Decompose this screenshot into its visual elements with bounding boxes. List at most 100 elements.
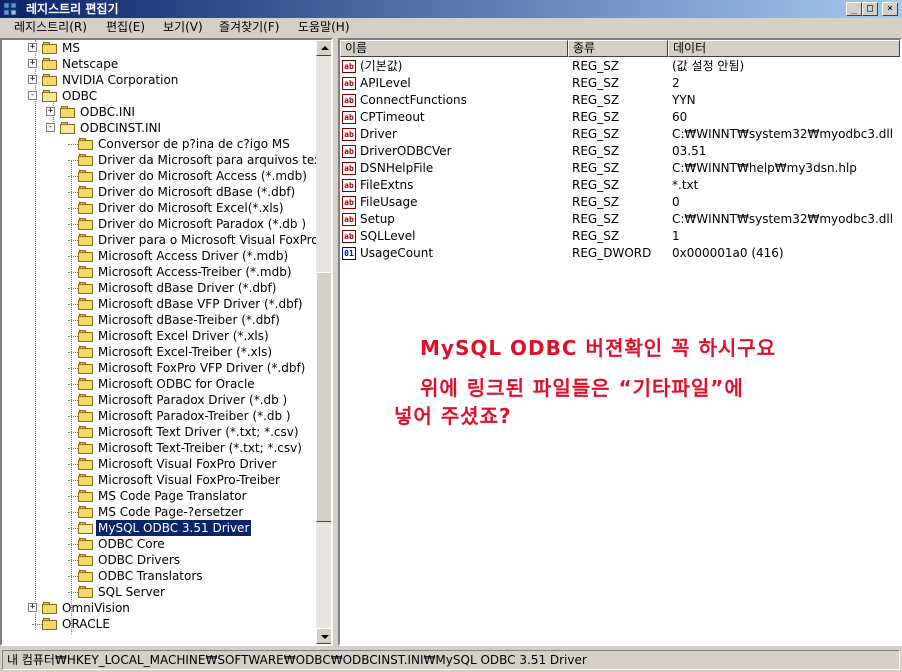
tree-node[interactable]: Microsoft Excel-Treiber (*.xls) xyxy=(2,344,314,360)
expand-icon[interactable]: + xyxy=(28,603,37,612)
tree-node[interactable]: - ODBCINST.INI xyxy=(2,120,314,136)
value-row[interactable]: ab Setup REG_SZ C:₩WINNT₩system32₩myodbc3.d… xyxy=(340,211,900,228)
registry-tree-pane[interactable]: + MS + Netscape + NVIDIA Corporation - ODBC + ODB… xyxy=(0,38,333,646)
tree-node-label[interactable]: Microsoft ODBC for Oracle xyxy=(96,376,257,392)
collapse-icon[interactable]: - xyxy=(46,123,55,132)
tree-node-label[interactable]: SQL Server xyxy=(96,584,167,600)
tree-node[interactable]: Microsoft ODBC for Oracle xyxy=(2,376,314,392)
tree-node-label[interactable]: Conversor de p?ina de c?igo MS xyxy=(96,136,292,152)
tree-node[interactable]: Microsoft dBase-Treiber (*.dbf) xyxy=(2,312,314,328)
close-button[interactable]: × xyxy=(882,2,898,16)
tree-node[interactable]: - ODBC xyxy=(2,88,314,104)
minimize-button[interactable]: _ xyxy=(846,2,862,16)
value-row[interactable]: ab CPTimeout REG_SZ 60 xyxy=(340,109,900,126)
maximize-button[interactable]: □ xyxy=(862,2,878,16)
value-row[interactable]: ab ConnectFunctions REG_SZ YYN xyxy=(340,92,900,109)
tree-node-label[interactable]: OmniVision xyxy=(60,600,132,616)
tree-node-label[interactable]: Microsoft Access-Treiber (*.mdb) xyxy=(96,264,294,280)
tree-node[interactable]: + ODBC.INI xyxy=(2,104,314,120)
tree-node[interactable]: Driver do Microsoft Excel(*.xls) xyxy=(2,200,314,216)
expand-icon[interactable]: + xyxy=(46,107,55,116)
tree-node[interactable]: ORACLE xyxy=(2,616,314,632)
value-row[interactable]: ab (기본값) REG_SZ (값 설정 안됨) xyxy=(340,58,900,75)
tree-node[interactable]: Microsoft dBase Driver (*.dbf) xyxy=(2,280,314,296)
tree-vertical-scrollbar[interactable] xyxy=(316,40,331,644)
tree-node[interactable]: ODBC Translators xyxy=(2,568,314,584)
tree-node-label[interactable]: Microsoft Text Driver (*.txt; *.csv) xyxy=(96,424,301,440)
column-header-name[interactable]: 이름 xyxy=(340,40,568,57)
tree-node-label[interactable]: Microsoft Excel-Treiber (*.xls) xyxy=(96,344,274,360)
tree-node-label[interactable]: Driver para o Microsoft Visual FoxPro xyxy=(96,232,321,248)
tree-node[interactable]: + OmniVision xyxy=(2,600,314,616)
menu-favorites[interactable]: 즐겨찾기(F) xyxy=(217,19,281,35)
tree-node-label[interactable]: MS Code Page Translator xyxy=(96,488,249,504)
tree-node-label[interactable]: Microsoft Visual FoxPro Driver xyxy=(96,456,278,472)
value-row[interactable]: ab Driver REG_SZ C:₩WINNT₩system32₩myodbc3.… xyxy=(340,126,900,143)
tree-node-label[interactable]: NVIDIA Corporation xyxy=(60,72,180,88)
tree-node-label[interactable]: ODBCINST.INI xyxy=(78,120,163,136)
value-row[interactable]: ab FileUsage REG_SZ 0 xyxy=(340,194,900,211)
scroll-up-button[interactable] xyxy=(316,40,331,56)
tree-node[interactable]: Driver do Microsoft Access (*.mdb) xyxy=(2,168,314,184)
value-row[interactable]: 01 UsageCount REG_DWORD 0x000001a0 (416) xyxy=(340,245,900,262)
expand-icon[interactable]: + xyxy=(28,75,37,84)
tree-node-label[interactable]: Microsoft Paradox-Treiber (*.db ) xyxy=(96,408,293,424)
tree-node-label[interactable]: Driver do Microsoft Paradox (*.db ) xyxy=(96,216,308,232)
tree-node[interactable]: Microsoft dBase VFP Driver (*.dbf) xyxy=(2,296,314,312)
tree-node-label[interactable]: Microsoft Paradox Driver (*.db ) xyxy=(96,392,289,408)
tree-node[interactable]: Microsoft Excel Driver (*.xls) xyxy=(2,328,314,344)
tree-node[interactable]: SQL Server xyxy=(2,584,314,600)
tree-node-label[interactable]: MySQL ODBC 3.51 Driver xyxy=(96,520,252,536)
tree-node[interactable]: Driver para o Microsoft Visual FoxPro xyxy=(2,232,319,248)
tree-node-label[interactable]: ODBC xyxy=(60,88,99,104)
tree-node[interactable]: Microsoft Paradox Driver (*.db ) xyxy=(2,392,314,408)
expand-icon[interactable]: + xyxy=(28,59,37,68)
tree-node[interactable]: + Netscape xyxy=(2,56,314,72)
scroll-thumb[interactable] xyxy=(316,272,331,522)
value-row[interactable]: ab DSNHelpFile REG_SZ C:₩WINNT₩help₩my3dsn.… xyxy=(340,160,900,177)
tree-node-label[interactable]: ODBC Core xyxy=(96,536,167,552)
tree-node[interactable]: Microsoft Text Driver (*.txt; *.csv) xyxy=(2,424,314,440)
tree-node-label[interactable]: Microsoft dBase Driver (*.dbf) xyxy=(96,280,278,296)
tree-node[interactable]: Microsoft Access-Treiber (*.mdb) xyxy=(2,264,314,280)
tree-node[interactable]: Microsoft Visual FoxPro-Treiber xyxy=(2,472,314,488)
tree-node[interactable]: MS Code Page-?ersetzer xyxy=(2,504,314,520)
tree-node-label[interactable]: Microsoft Excel Driver (*.xls) xyxy=(96,328,271,344)
collapse-icon[interactable]: - xyxy=(28,91,37,100)
menu-help[interactable]: 도움말(H) xyxy=(296,19,352,35)
menu-edit[interactable]: 편집(E) xyxy=(104,19,147,35)
tree-node-label[interactable]: MS Code Page-?ersetzer xyxy=(96,504,245,520)
tree-node-label[interactable]: Driver do Microsoft Excel(*.xls) xyxy=(96,200,286,216)
tree-node-label[interactable]: ODBC Translators xyxy=(96,568,205,584)
registry-values-pane[interactable]: 이름 종류 데이터 ab (기본값) REG_SZ (값 설정 안됨) ab APILev… xyxy=(338,38,902,646)
tree-node-label[interactable]: Microsoft dBase-Treiber (*.dbf) xyxy=(96,312,282,328)
tree-node-label[interactable]: ODBC Drivers xyxy=(96,552,182,568)
tree-node-label[interactable]: Driver da Microsoft para arquivos text xyxy=(96,152,328,168)
tree-node[interactable]: + NVIDIA Corporation xyxy=(2,72,314,88)
tree-node-label[interactable]: Microsoft Visual FoxPro-Treiber xyxy=(96,472,282,488)
value-row[interactable]: ab SQLLevel REG_SZ 1 xyxy=(340,228,900,245)
tree-node-label[interactable]: MS xyxy=(60,40,82,56)
value-row[interactable]: ab APILevel REG_SZ 2 xyxy=(340,75,900,92)
tree-node[interactable]: Driver do Microsoft Paradox (*.db ) xyxy=(2,216,314,232)
value-row[interactable]: ab FileExtns REG_SZ *.txt xyxy=(340,177,900,194)
tree-node-label[interactable]: Microsoft Text-Treiber (*.txt; *.csv) xyxy=(96,440,304,456)
tree-node-label[interactable]: Microsoft FoxPro VFP Driver (*.dbf) xyxy=(96,360,307,376)
tree-node[interactable]: Microsoft Text-Treiber (*.txt; *.csv) xyxy=(2,440,314,456)
tree-node-label[interactable]: Microsoft Access Driver (*.mdb) xyxy=(96,248,290,264)
tree-node[interactable]: ODBC Drivers xyxy=(2,552,314,568)
menu-registry[interactable]: 레지스트리(R) xyxy=(12,19,89,35)
tree-node-label[interactable]: ORACLE xyxy=(60,616,112,632)
value-row[interactable]: ab DriverODBCVer REG_SZ 03.51 xyxy=(340,143,900,160)
tree-node[interactable]: Driver do Microsoft dBase (*.dbf) xyxy=(2,184,314,200)
column-header-type[interactable]: 종류 xyxy=(568,40,668,57)
tree-node[interactable]: ODBC Core xyxy=(2,536,314,552)
tree-node[interactable]: MySQL ODBC 3.51 Driver xyxy=(2,520,314,536)
tree-node-label[interactable]: Netscape xyxy=(60,56,120,72)
expand-icon[interactable]: + xyxy=(28,43,37,52)
tree-node[interactable]: + MS xyxy=(2,40,314,56)
tree-node-label[interactable]: ODBC.INI xyxy=(78,104,137,120)
menu-view[interactable]: 보기(V) xyxy=(161,19,205,35)
tree-node[interactable]: Microsoft Paradox-Treiber (*.db ) xyxy=(2,408,314,424)
tree-node[interactable]: MS Code Page Translator xyxy=(2,488,314,504)
